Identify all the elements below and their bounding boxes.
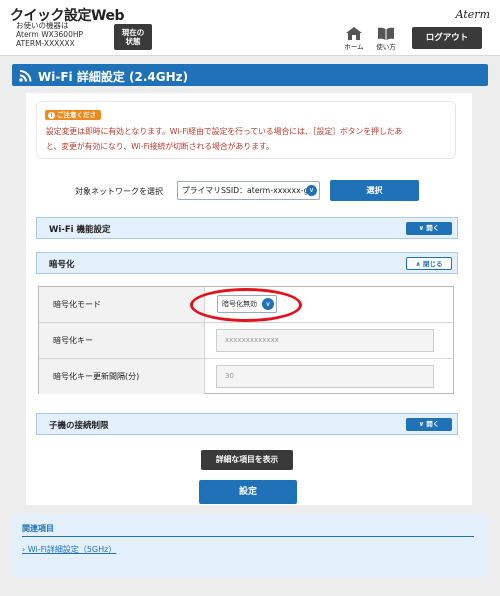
brand-logo: Aterm	[455, 8, 490, 21]
expand-wifi-function-button[interactable]: ∨ 開く	[406, 222, 452, 235]
notice-text-line2: と、変更が有効になり、Wi-Fi接続が切断される場合があります。	[46, 142, 274, 151]
collapse-encryption-button[interactable]: ∧ 閉じる	[406, 257, 452, 270]
network-select-label: 対象ネットワークを選択	[75, 187, 163, 196]
notice-text-line1: 設定変更は即時に有効となります。Wi-Fi経由で設定を行っている場合には、［設定…	[46, 127, 403, 136]
section-encryption: 暗号化 ∧ 閉じる	[36, 252, 458, 274]
network-select[interactable]: プライマリSSID：aterm-xxxxxx-g ∨	[177, 181, 320, 200]
wifi-icon	[19, 70, 32, 82]
apply-button[interactable]: 設定	[199, 480, 297, 504]
logout-button[interactable]: ログアウト	[412, 27, 482, 49]
home-button[interactable]: ホーム	[342, 27, 366, 51]
show-details-button[interactable]: 詳細な項目を表示	[201, 450, 293, 470]
encryption-key-field[interactable]: xxxxxxxxxxxxx	[216, 329, 434, 352]
select-network-button[interactable]: 選択	[330, 180, 419, 201]
table-row: 暗号化キー更新間隔(分) 30	[39, 359, 453, 395]
warning-icon: !	[48, 111, 55, 119]
section-wifi-function: Wi-Fi 機能設定 ∨ 開く	[36, 217, 458, 239]
encryption-key-label: 暗号化キー	[39, 323, 205, 358]
section-client-limit: 子機の接続制限 ∨ 開く	[36, 413, 458, 435]
chevron-down-icon: ∨	[262, 298, 274, 310]
expand-client-limit-button[interactable]: ∨ 開く	[406, 418, 452, 431]
section-title: 子機の接続制限	[49, 421, 109, 431]
encryption-mode-select[interactable]: 暗号化無効 ∨	[217, 295, 277, 313]
section-title: Wi-Fi 機能設定	[49, 225, 111, 235]
page-title: Wi-Fi 詳細設定 (2.4GHz)	[38, 70, 189, 84]
encryption-mode-label: 暗号化モード	[39, 287, 205, 322]
related-link-5ghz[interactable]: › Wi-Fi詳細設定（5GHz）	[22, 544, 116, 555]
notice-badge: ! ご注意ください	[45, 110, 101, 129]
book-icon	[378, 27, 394, 40]
chevron-up-icon: ∧	[415, 260, 424, 268]
manual-button[interactable]: 使い方	[374, 27, 398, 51]
key-update-interval-field[interactable]: 30	[216, 365, 434, 388]
home-icon	[346, 27, 362, 40]
current-status-button[interactable]: 現在の 状態	[114, 24, 152, 50]
encryption-settings-table: 暗号化モード 暗号化無効 ∨ 暗号化キー xxxxxxxxxxxxx 暗号化キー…	[38, 286, 454, 394]
section-title: 暗号化	[49, 260, 75, 270]
device-name: ATERM-XXXXXX	[16, 39, 75, 48]
page-title-bar: Wi-Fi 詳細設定 (2.4GHz)	[12, 64, 488, 86]
table-row: 暗号化モード 暗号化無効 ∨	[39, 287, 453, 323]
key-update-interval-label: 暗号化キー更新間隔(分)	[39, 359, 205, 394]
related-items-title: 関連項目	[22, 524, 54, 533]
chevron-down-icon: ∨	[306, 185, 317, 196]
header: クイック設定Web お使いの機器は Aterm WX3600HP ATERM-X…	[0, 0, 500, 56]
divider	[22, 536, 474, 537]
device-model: Aterm WX3600HP	[16, 30, 83, 39]
table-row: 暗号化キー xxxxxxxxxxxxx	[39, 323, 453, 359]
device-caption: お使いの機器は	[16, 21, 69, 30]
